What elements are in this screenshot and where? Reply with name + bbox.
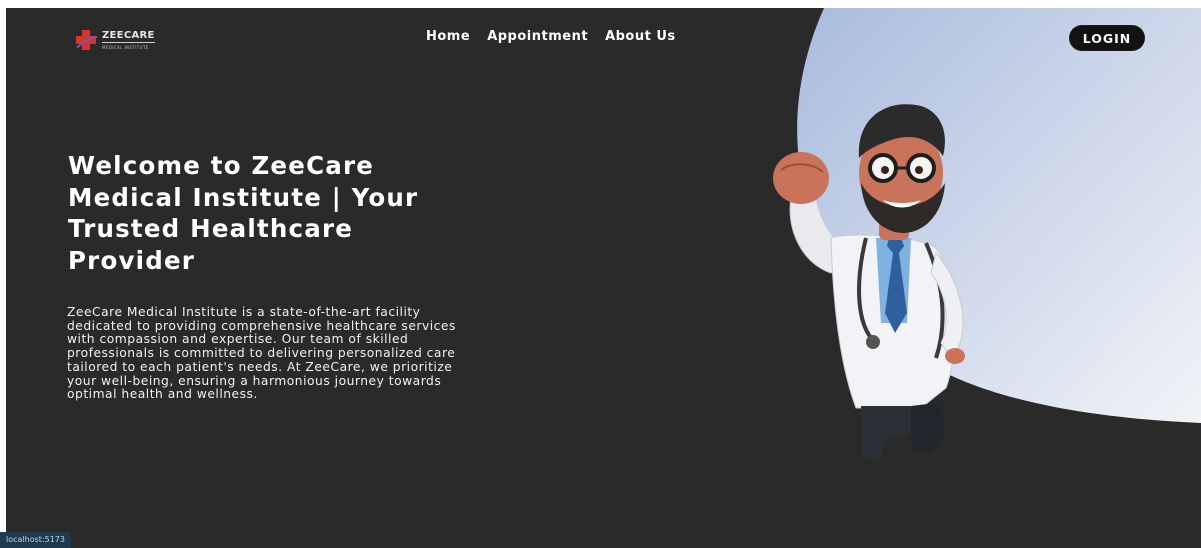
doctor-illustration — [773, 104, 965, 460]
hero-title: Welcome to ZeeCare Medical Institute | Y… — [68, 151, 419, 275]
hero-background-shape — [797, 8, 1201, 423]
navbar: ZEECARE MEDICAL INSTITUTE Home Appointme… — [6, 8, 1201, 68]
login-button[interactable]: LOGIN — [1070, 26, 1144, 50]
nav-link-about-us[interactable]: About Us — [605, 29, 676, 44]
medical-cross-icon — [76, 30, 98, 50]
logo-name: ZEECARE — [102, 30, 155, 43]
nav-link-appointment[interactable]: Appointment — [487, 29, 588, 44]
logo-subtitle: MEDICAL INSTITUTE — [102, 45, 149, 50]
status-bar-url: localhost:5173 — [0, 532, 71, 548]
hero-description: ZeeCare Medical Institute is a state-of-… — [67, 305, 456, 402]
page: ZEECARE MEDICAL INSTITUTE Home Appointme… — [6, 8, 1201, 548]
nav-link-home[interactable]: Home — [426, 29, 470, 44]
logo[interactable]: ZEECARE MEDICAL INSTITUTE — [74, 22, 164, 54]
nav-links: Home Appointment About Us — [426, 29, 676, 44]
